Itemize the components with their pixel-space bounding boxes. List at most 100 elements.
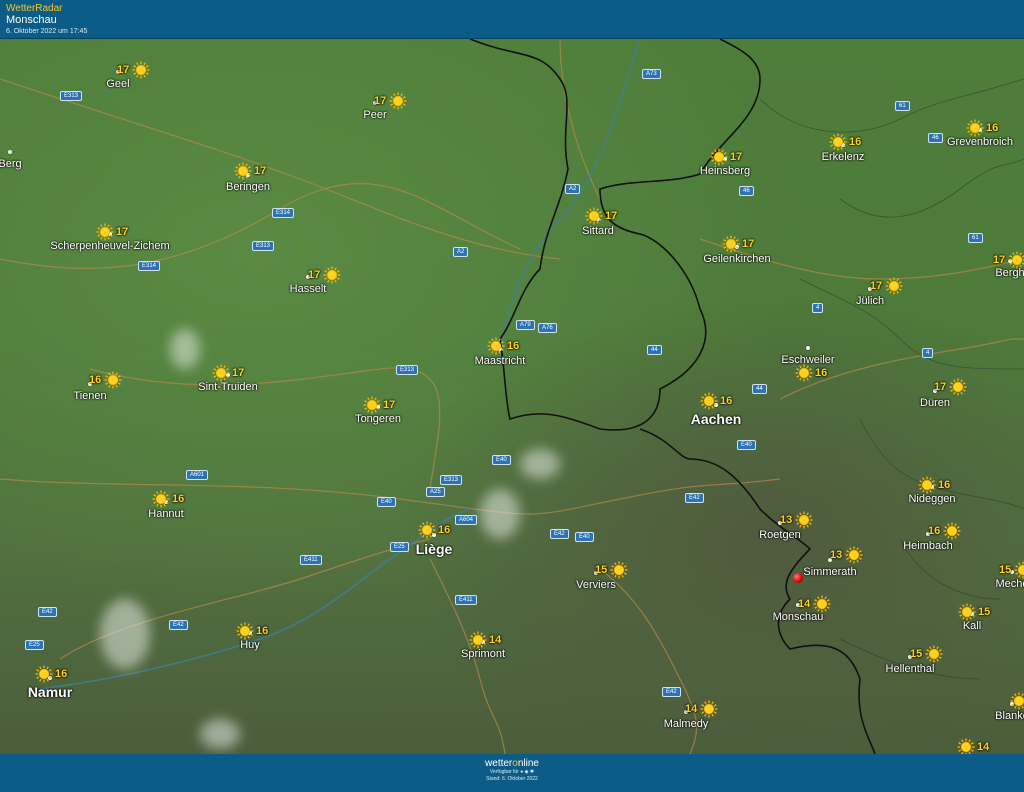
city-label[interactable]: Grevenbroich: [947, 136, 1013, 148]
road-shield: 4: [812, 303, 824, 313]
road-shield: 4: [922, 348, 934, 358]
road-shield: 61: [968, 233, 983, 243]
city-label[interactable]: Sittard: [582, 225, 614, 237]
road-shield: E411: [455, 595, 477, 605]
city-label[interactable]: Peer: [363, 109, 386, 121]
temperature-label: 13: [830, 549, 843, 561]
road-shield: E42: [550, 529, 569, 539]
city-label[interactable]: Geel: [106, 78, 129, 90]
temperature-label: 16: [815, 367, 828, 379]
city-label[interactable]: Namur: [28, 684, 72, 700]
city-dot: [8, 150, 12, 154]
temperature-label: 17: [116, 226, 129, 238]
road-shield: E313: [396, 365, 419, 375]
city-label[interactable]: Sint-Truiden: [198, 381, 258, 393]
road-shield: E411: [300, 555, 322, 565]
city-label[interactable]: Hasselt: [290, 283, 327, 295]
sun-icon: [845, 546, 863, 564]
sun-icon: [949, 378, 967, 396]
brand-prefix: wetter: [485, 758, 513, 769]
road-shield: A79: [516, 320, 535, 330]
road-shield: 46: [739, 186, 754, 196]
temperature-label: 14: [489, 634, 502, 646]
city-label[interactable]: Hannut: [148, 508, 183, 520]
road-shield: E25: [25, 640, 44, 650]
city-label[interactable]: Maastricht: [475, 355, 526, 367]
temperature-label: 17: [993, 254, 1006, 266]
temperature-label: 17: [383, 399, 396, 411]
city-label[interactable]: Heinsberg: [700, 165, 750, 177]
sun-icon: [35, 665, 53, 683]
temperature-label: 15: [910, 648, 923, 660]
city-label[interactable]: Erkelenz: [822, 151, 865, 163]
sun-icon: [795, 364, 813, 382]
road-shield: E314: [272, 208, 295, 218]
sun-icon: [152, 490, 170, 508]
temperature-label: 16: [986, 122, 999, 134]
city-label[interactable]: Jülich: [856, 295, 884, 307]
sun-icon: [813, 595, 831, 613]
temperature-label: 17: [232, 367, 245, 379]
city-label[interactable]: Scherpenheuvel-Zichem: [50, 240, 169, 252]
road-shield: E313: [252, 241, 275, 251]
city-label[interactable]: Hellenthal: [886, 663, 935, 675]
road-shield: E42: [662, 687, 681, 697]
sun-icon: [132, 61, 150, 79]
sun-icon: [700, 700, 718, 718]
sun-icon: [829, 133, 847, 151]
city-label[interactable]: Geilenkirchen: [703, 253, 770, 265]
available-for-text: Verfügbar für: [489, 769, 519, 775]
road-shield: E42: [169, 620, 188, 630]
location-pin-icon[interactable]: [793, 573, 803, 583]
sun-icon: [958, 603, 976, 621]
temperature-label: 15: [978, 606, 991, 618]
city-label[interactable]: Tongeren: [355, 413, 401, 425]
city-label[interactable]: Blanke: [995, 710, 1024, 722]
temperature-label: 17: [870, 280, 883, 292]
temperature-label: 16: [507, 340, 520, 352]
city-label[interactable]: Liège: [416, 541, 453, 557]
road-shield: A2: [565, 184, 581, 194]
city-label[interactable]: Nideggen: [908, 493, 955, 505]
sun-icon: [1014, 561, 1024, 579]
temperature-label: 17: [254, 165, 267, 177]
city-label[interactable]: Malmedy: [664, 718, 709, 730]
sun-icon: [234, 162, 252, 180]
availability-note: Verfügbar für ● ◆ ✱: [0, 769, 1024, 776]
temperature-label: 17: [117, 64, 130, 76]
app-header: WetterRadar Monschau 6. Oktober 2022 um …: [0, 0, 1024, 39]
city-label[interactable]: Kall: [963, 620, 981, 632]
sun-icon: [1010, 692, 1024, 710]
temperature-label: 16: [55, 668, 68, 680]
apple-icon: ● ◆ ✱: [520, 769, 535, 775]
brand-suffix: nline: [517, 758, 539, 769]
city-label[interactable]: Huy: [240, 639, 260, 651]
city-label[interactable]: Düren: [920, 397, 950, 409]
sun-icon: [943, 522, 961, 540]
app-footer: wetteronline Verfügbar für ● ◆ ✱ Stand: …: [0, 754, 1024, 792]
city-label[interactable]: Sprimont: [461, 648, 505, 660]
city-label[interactable]: Roetgen: [759, 529, 801, 541]
temperature-label: 16: [256, 625, 269, 637]
temperature-label: 17: [730, 151, 743, 163]
city-label[interactable]: Berg: [0, 158, 22, 170]
city-label[interactable]: Simmerath: [803, 566, 856, 578]
brand-logo[interactable]: wetteronline: [0, 754, 1024, 769]
temperature-label: 15: [999, 564, 1012, 576]
city-dot: [806, 346, 810, 350]
city-label[interactable]: Verviers: [576, 579, 616, 591]
temperature-label: 17: [605, 210, 618, 222]
road-shield: E314: [138, 261, 161, 271]
city-label[interactable]: Beringen: [226, 181, 270, 193]
temperature-label: 13: [780, 514, 793, 526]
sun-icon: [236, 622, 254, 640]
weather-map[interactable]: Geel 17 Peer 17 Berg Beringen 17 Scherpenheuvel…: [0, 39, 1024, 754]
city-label[interactable]: Aachen: [691, 411, 742, 427]
road-shield: E25: [390, 542, 409, 552]
city-label[interactable]: Tienen: [73, 390, 106, 402]
temperature-label: 17: [934, 381, 947, 393]
road-shield: 46: [928, 133, 943, 143]
sun-icon: [585, 207, 603, 225]
city-label[interactable]: Meche: [995, 578, 1024, 590]
city-label[interactable]: Heimbach: [903, 540, 953, 552]
